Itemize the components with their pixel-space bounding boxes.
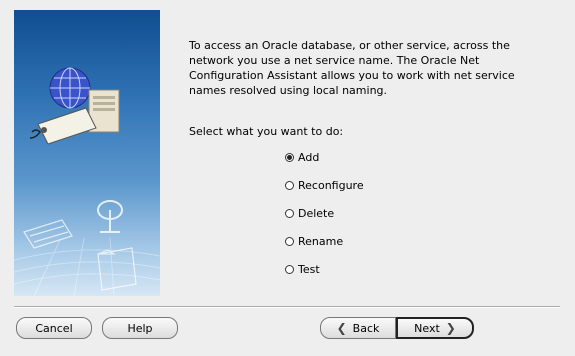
- back-button[interactable]: ❮ Back: [320, 317, 396, 339]
- radio-button-test[interactable]: [285, 264, 294, 274]
- radio-button-rename[interactable]: [285, 236, 294, 246]
- next-button[interactable]: Next ❯: [396, 317, 474, 339]
- help-button-label: Help: [127, 321, 153, 335]
- intro-text: To access an Oracle database, or other s…: [189, 39, 515, 97]
- radio-label-reconfigure: Reconfigure: [298, 178, 364, 192]
- radio-button-delete[interactable]: [285, 208, 294, 218]
- action-prompt: Select what you want to do:: [189, 125, 344, 138]
- chevron-right-icon: ❯: [445, 321, 456, 335]
- keyboard-icon: [23, 219, 73, 249]
- radio-button-reconfigure[interactable]: [285, 180, 294, 190]
- tag-icon: [29, 107, 97, 145]
- back-button-label: Back: [352, 321, 380, 335]
- globe-icon: [49, 67, 91, 109]
- radio-label-add: Add: [298, 150, 320, 164]
- chevron-left-icon: ❮: [336, 321, 347, 335]
- folder-icon: [97, 247, 137, 291]
- radio-option-test[interactable]: Test: [285, 261, 320, 277]
- radio-label-rename: Rename: [298, 234, 344, 248]
- radio-option-reconfigure[interactable]: Reconfigure: [285, 177, 364, 193]
- footer-divider: [14, 306, 560, 308]
- radio-label-test: Test: [298, 262, 320, 276]
- radio-option-delete[interactable]: Delete: [285, 205, 334, 221]
- radio-option-add[interactable]: Add: [285, 149, 319, 165]
- next-button-label: Next: [414, 321, 440, 335]
- radio-option-rename[interactable]: Rename: [285, 233, 343, 249]
- cancel-button[interactable]: Cancel: [16, 317, 92, 339]
- cancel-button-label: Cancel: [35, 321, 73, 335]
- wizard-side-image: [14, 10, 160, 296]
- help-button[interactable]: Help: [102, 317, 178, 339]
- network-illustration: [14, 67, 160, 296]
- satellite-dish-icon: [97, 200, 123, 233]
- radio-label-delete: Delete: [298, 206, 335, 220]
- radio-button-add[interactable]: [285, 152, 294, 162]
